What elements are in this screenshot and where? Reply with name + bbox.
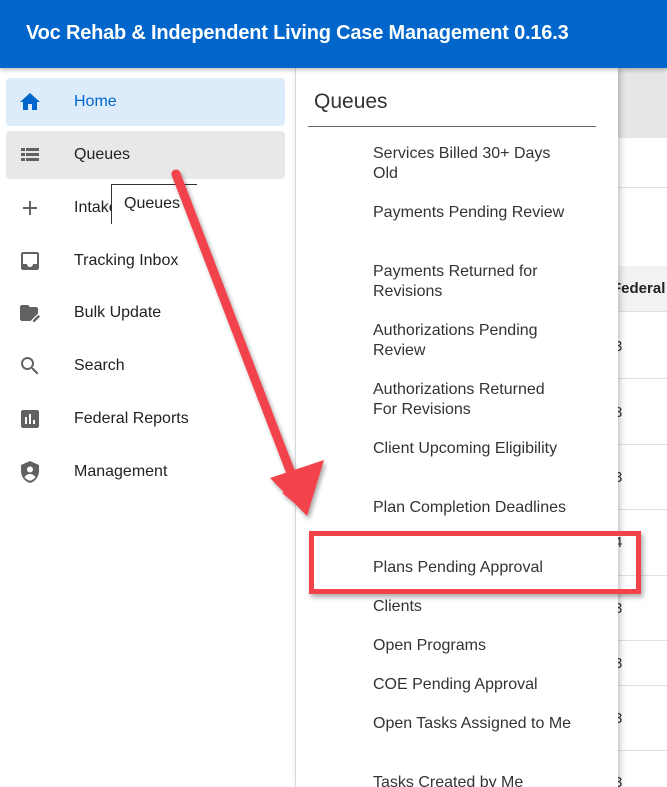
sidebar-item-tracking-inbox[interactable]: Tracking Inbox xyxy=(6,237,285,285)
sidebar-nav: Home Queues Intake Tracking Inbox Bulk U xyxy=(0,68,296,787)
queue-item-open-tasks-assigned[interactable]: Open Tasks Assigned to Me xyxy=(373,714,573,734)
app-title: Voc Rehab & Independent Living Case Mana… xyxy=(26,22,569,44)
sidebar-item-label: Federal Reports xyxy=(74,410,189,427)
menu-divider xyxy=(308,126,596,127)
queue-item-authorizations-returned[interactable]: Authorizations Returned For Revisions xyxy=(373,380,573,420)
plus-icon xyxy=(18,196,42,220)
sidebar-item-label: Queues xyxy=(74,146,131,163)
queue-item-coe-pending-approval[interactable]: COE Pending Approval xyxy=(373,675,573,695)
sidebar-item-bulk-update[interactable]: Bulk Update xyxy=(6,289,285,337)
tooltip: Queues xyxy=(111,184,197,224)
sidebar-item-home[interactable]: Home xyxy=(6,78,285,126)
queue-item-payments-returned[interactable]: Payments Returned for Revisions xyxy=(373,262,573,302)
sidebar-item-label: Home xyxy=(74,93,117,110)
sidebar-item-search[interactable]: Search xyxy=(6,342,285,390)
sidebar-item-label: Management xyxy=(74,463,168,480)
annotation-highlight-box xyxy=(309,531,641,594)
queues-menu: Queues Services Billed 30+ Days Old Paym… xyxy=(296,68,618,787)
queue-item-authorizations-pending-review[interactable]: Authorizations Pending Review xyxy=(373,321,573,361)
sidebar-item-management[interactable]: Management xyxy=(6,448,285,496)
queue-item-open-programs[interactable]: Open Programs xyxy=(373,636,573,656)
list-icon xyxy=(18,143,42,167)
bar-chart-icon xyxy=(18,407,42,431)
folder-edit-icon xyxy=(18,301,42,325)
queue-item-clients[interactable]: Clients xyxy=(373,597,573,617)
queue-item-client-upcoming-eligibility[interactable]: Client Upcoming Eligibility xyxy=(373,439,573,459)
queue-item-services-billed[interactable]: Services Billed 30+ Days Old xyxy=(373,144,573,184)
queue-item-tasks-created-by-me[interactable]: Tasks Created by Me xyxy=(373,773,573,787)
queue-item-plan-completion-deadlines[interactable]: Plan Completion Deadlines xyxy=(373,498,573,529)
search-icon xyxy=(18,354,42,378)
shield-user-icon xyxy=(18,460,42,484)
inbox-icon xyxy=(18,249,42,273)
app-window: Voc Rehab & Independent Living Case Mana… xyxy=(0,0,667,787)
sidebar-item-label: Tracking Inbox xyxy=(74,252,179,269)
tooltip-text: Queues xyxy=(124,195,181,212)
sidebar-item-federal-reports[interactable]: Federal Reports xyxy=(6,395,285,443)
queues-menu-title: Queues xyxy=(314,90,388,113)
sidebar-item-queues[interactable]: Queues xyxy=(6,131,285,179)
sidebar-item-label: Bulk Update xyxy=(74,304,162,321)
column-header-federal-fiscal[interactable]: Federal Fis xyxy=(612,280,667,297)
queue-item-payments-pending-review[interactable]: Payments Pending Review xyxy=(373,203,573,223)
app-header: Voc Rehab & Independent Living Case Mana… xyxy=(0,0,667,68)
home-icon xyxy=(18,90,42,114)
sidebar-item-label: Search xyxy=(74,357,125,374)
